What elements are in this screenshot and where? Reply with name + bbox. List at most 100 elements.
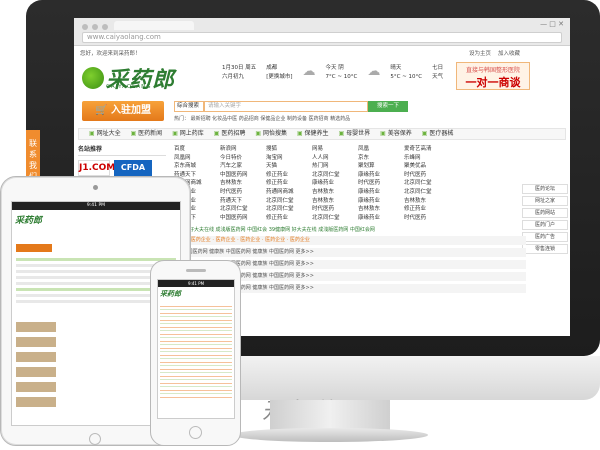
nav-item[interactable]: 医疗器械 [422, 129, 453, 139]
search-button[interactable]: 搜索一下 [368, 101, 408, 112]
tablet-nav-line [16, 258, 176, 261]
partner-link-bar[interactable]: 39健康网 好大夫在线 成浅版医药网 中国红会 39健康网 好大夫在线 成浅版医… [166, 226, 522, 233]
grid-link[interactable]: 凤凰网 [174, 153, 220, 162]
grid-link[interactable]: 聚美优品 [404, 161, 450, 170]
nav-item[interactable]: 医药新闻 [131, 129, 162, 139]
weather-seven-day[interactable]: 七日 天气 [432, 64, 443, 82]
nav-item[interactable]: 网怡搜集 [255, 129, 287, 139]
nav-item[interactable]: 保健养生 [297, 129, 329, 139]
ad-banner[interactable]: 直接与韩国整形医院 一对一商谈 [456, 62, 530, 90]
grid-link[interactable]: 修正药业 [404, 204, 450, 213]
grid-link[interactable]: 网易 [312, 144, 358, 153]
grid-link[interactable]: 淘宝网 [266, 153, 312, 162]
grid-link[interactable]: 北京同仁堂 [266, 196, 312, 205]
grid-row: 康缘药业时代医药药通网商城吉林敖东康缘药业北京同仁堂 [174, 187, 474, 196]
grid-link[interactable]: 汽车之家 [220, 161, 266, 170]
grid-row: 药通天下中国医药网修正药业北京同仁堂康缘药业时代医药 [174, 170, 474, 179]
thumbnail-image[interactable] [16, 322, 56, 332]
category-strip[interactable]: 健康族 中国医药网 健康族 中国医药网 健康族 中国医药网 更多>> [166, 248, 526, 257]
side-link[interactable]: 医药网站 [522, 208, 568, 218]
set-homepage-link[interactable]: 设为主页 [469, 51, 491, 57]
grid-link[interactable]: 北京同仁堂 [266, 204, 312, 213]
thumbnail-image[interactable] [16, 397, 56, 407]
thumbnail-image[interactable] [16, 367, 56, 377]
thumbnail-image[interactable] [16, 352, 56, 362]
tablet-join-button[interactable] [16, 244, 52, 252]
grid-link[interactable]: 时代医药 [404, 170, 450, 179]
grid-link[interactable]: 药通网商城 [266, 187, 312, 196]
home-button-icon[interactable] [89, 433, 101, 445]
browser-tab[interactable] [114, 21, 194, 30]
grid-link[interactable]: 修正药业 [266, 178, 312, 187]
hot-keywords[interactable]: 热门： 最新招聘 化妆品中医 药品招商 保健品企业 制药设备 医药招商 精选药品 [174, 115, 350, 122]
nav-item[interactable]: 美容保养 [380, 129, 412, 139]
nav-item[interactable]: 母婴世界 [339, 129, 370, 139]
grid-link[interactable]: 吉林敖东 [358, 204, 404, 213]
side-link[interactable]: 医药门户 [522, 220, 568, 230]
window-controls[interactable]: — □ ✕ [540, 20, 564, 28]
grid-link[interactable]: 百度 [174, 144, 220, 153]
grid-link[interactable]: 康缘药业 [312, 178, 358, 187]
home-button-icon[interactable] [189, 426, 202, 439]
grid-link[interactable]: 时代医药 [404, 213, 450, 222]
grid-link[interactable]: 京东 [358, 153, 404, 162]
grid-link[interactable]: 聚划算 [358, 161, 404, 170]
grid-link[interactable]: 乐峰网 [404, 153, 450, 162]
cfda-logo[interactable]: CFDA [114, 160, 152, 176]
grid-link[interactable]: 吉林敖东 [404, 196, 450, 205]
grid-link[interactable]: 北京同仁堂 [312, 170, 358, 179]
side-link[interactable]: 医药广告 [522, 232, 568, 242]
grid-link[interactable]: 康缘药业 [358, 196, 404, 205]
grid-link[interactable]: 凤凰 [358, 144, 404, 153]
grid-link[interactable]: 爱奇艺高清 [404, 144, 450, 153]
top-links[interactable]: 设为主页 加入收藏 [469, 49, 520, 58]
grid-link[interactable]: 吉林敖东 [312, 196, 358, 205]
ad-line-2: 一对一商谈 [465, 76, 521, 89]
grid-link[interactable]: 北京同仁堂 [312, 213, 358, 222]
grid-link[interactable]: 中国医药网 [220, 170, 266, 179]
side-link[interactable]: 医药论坛 [522, 184, 568, 194]
nav-item[interactable]: 医药招聘 [214, 129, 245, 139]
grid-link[interactable]: 时代医药 [312, 204, 358, 213]
grid-link[interactable]: 北京同仁堂 [404, 187, 450, 196]
grid-link[interactable]: 中国医药网 [220, 213, 266, 222]
grid-link[interactable]: 时代医药 [358, 178, 404, 187]
grid-link[interactable]: 修正药业 [266, 213, 312, 222]
grid-link[interactable]: 人人网 [312, 153, 358, 162]
weather-city[interactable]: 成都 [更换城市] [266, 64, 292, 82]
thumbnail-image[interactable] [16, 382, 56, 392]
grid-link[interactable]: 今日特价 [220, 153, 266, 162]
grid-link[interactable]: 天猫 [266, 161, 312, 170]
grid-link[interactable]: 新浪网 [220, 144, 266, 153]
address-bar[interactable]: www.caiyaolang.com [82, 32, 562, 43]
thumbnail-image[interactable] [16, 337, 56, 347]
grid-link[interactable]: 药通天下 [220, 196, 266, 205]
grid-link[interactable]: 吉林敖东 [220, 178, 266, 187]
grid-link[interactable]: 北京同仁堂 [404, 178, 450, 187]
grid-link[interactable]: 北京同仁堂 [220, 204, 266, 213]
welcome-text: 您好，欢迎来到采药郎！ [80, 51, 141, 57]
grid-link[interactable]: 修正药业 [266, 170, 312, 179]
side-link[interactable]: 网址之家 [522, 196, 568, 206]
nav-item[interactable]: 网上药库 [172, 129, 204, 139]
search-input[interactable]: 请输入关键字 [204, 101, 368, 112]
add-favorite-link[interactable]: 加入收藏 [498, 51, 520, 57]
grid-link[interactable]: 时代医药 [220, 187, 266, 196]
join-button[interactable]: 🛒 入驻加盟 [82, 101, 164, 121]
grid-link[interactable]: 康缘药业 [358, 187, 404, 196]
grid-link[interactable]: 京东商城 [174, 161, 220, 170]
grid-link[interactable]: 康缘药业 [358, 170, 404, 179]
grid-link[interactable]: 吉林敖东 [312, 187, 358, 196]
grid-link[interactable]: 搜狐 [266, 144, 312, 153]
search-category-select[interactable]: 综合搜索 [174, 101, 204, 112]
phone-screen: 9:41 PM 采药郎 [157, 279, 235, 419]
grid-link[interactable]: 热门网 [312, 161, 358, 170]
weather-tomorrow: 晴天 5°C ~ 10°C [390, 65, 423, 80]
side-link[interactable]: 零售连锁 [522, 244, 568, 254]
category-strip-orange[interactable]: 医药企业 · 医药企业 · 医药企业 · 医药企业 · 医药企业 · 医药企业 [166, 236, 526, 245]
nav-item[interactable]: 网址大全 [89, 129, 121, 139]
recommend-panel: 名站推荐 J1.COM CFDA [78, 144, 166, 176]
site-logo[interactable]: 采药郎 CAIYAOLANG [82, 62, 175, 94]
j1-logo[interactable]: J1.COM [78, 160, 115, 176]
grid-link[interactable]: 康缘药业 [358, 213, 404, 222]
